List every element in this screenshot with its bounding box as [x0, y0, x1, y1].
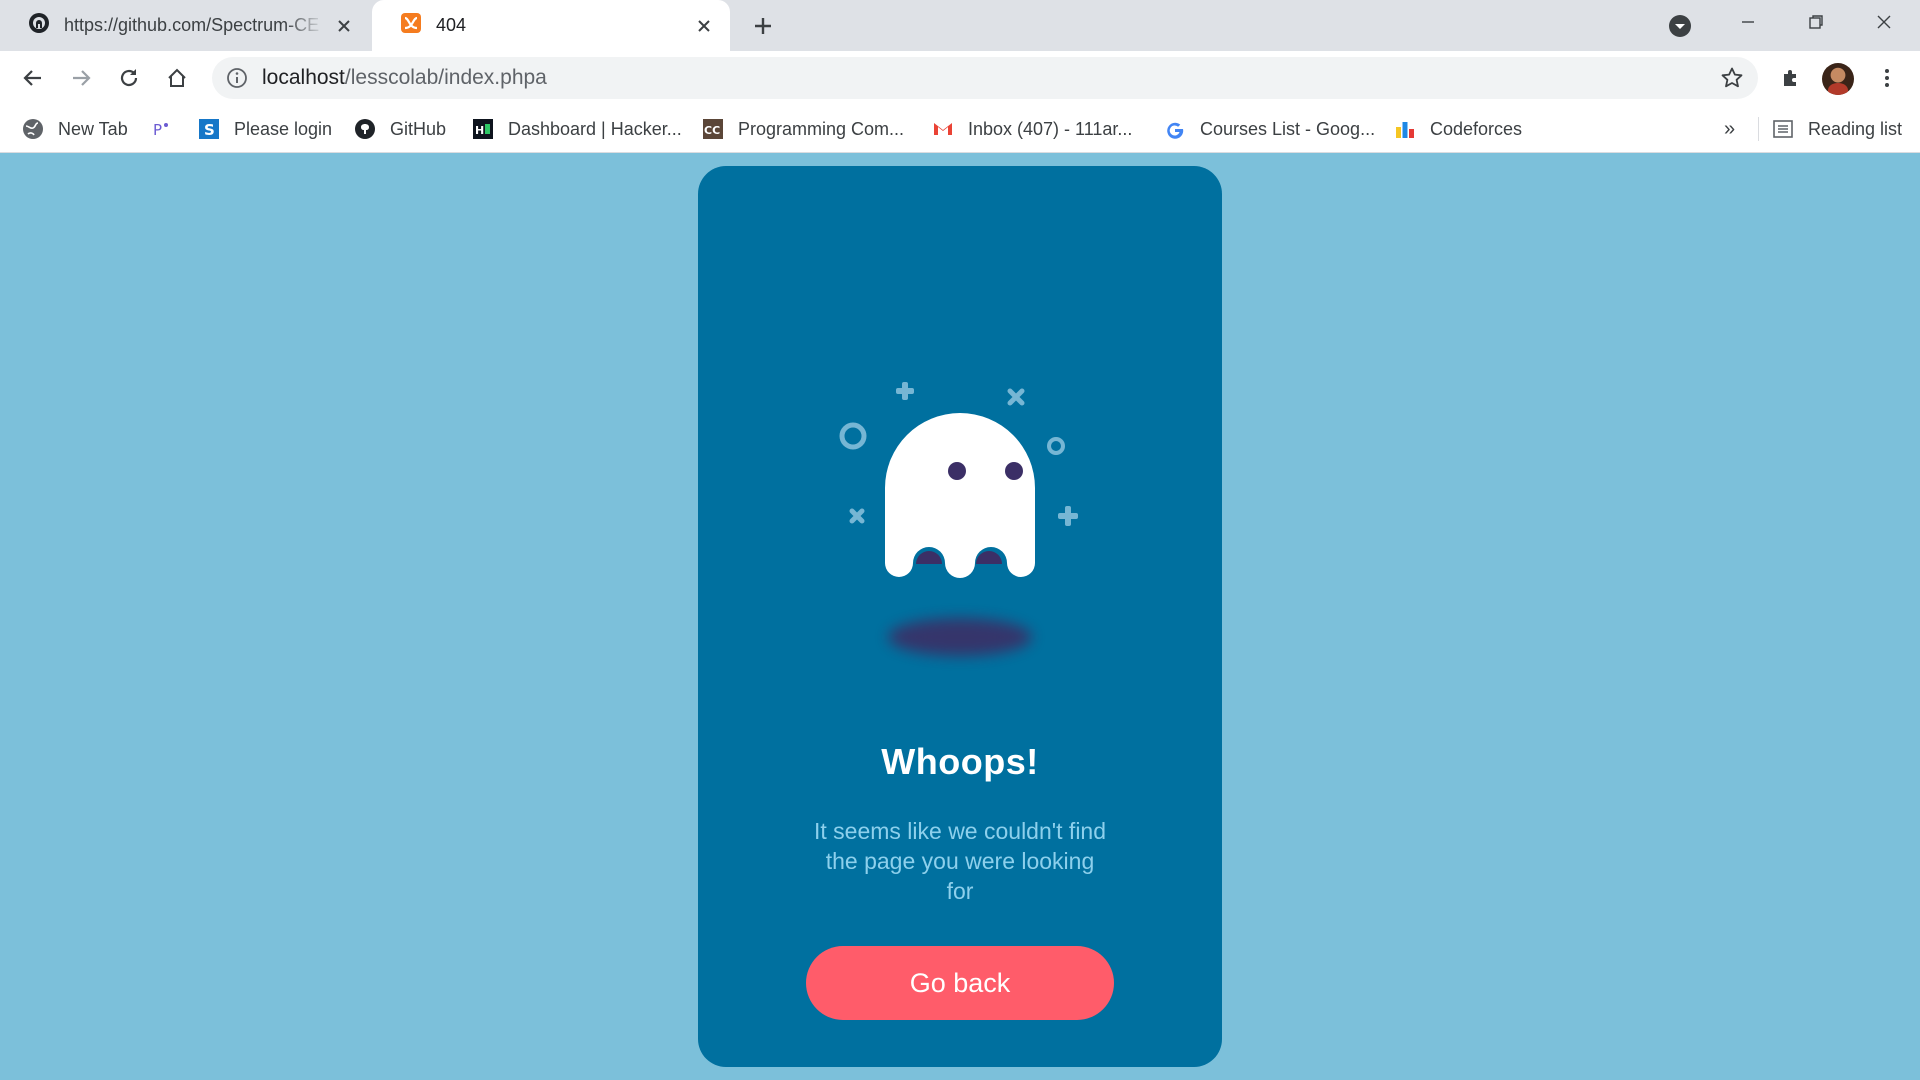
ghost-icon: [839, 382, 1078, 578]
ghost-shadow: [888, 618, 1032, 656]
sparkle-plus-icon: [1058, 506, 1078, 526]
url-text: localhost/lesscolab/index.phpa: [262, 66, 547, 90]
forward-button[interactable]: [64, 61, 98, 95]
close-icon: [1877, 15, 1891, 29]
restore-button[interactable]: [1786, 0, 1846, 44]
new-tab-button[interactable]: [748, 11, 778, 41]
star-icon[interactable]: [1720, 66, 1744, 95]
tab-search-button[interactable]: [1666, 12, 1694, 40]
minimize-button[interactable]: [1718, 0, 1778, 44]
url-path: /lesscolab/index.phpa: [344, 66, 547, 89]
xampp-tab-icon: [400, 12, 422, 39]
bookmark-please-login[interactable]: S Please login: [198, 105, 332, 153]
codechef-icon: CC: [702, 118, 724, 140]
hackerrank-icon: H: [472, 118, 494, 140]
reading-list-button[interactable]: Reading list: [1772, 105, 1902, 153]
bookmark-hackerrank[interactable]: H Dashboard | Hacker...: [472, 105, 682, 153]
reading-list-icon: [1772, 118, 1794, 140]
extensions-button[interactable]: [1774, 61, 1808, 95]
sparkle-x-icon: [849, 508, 865, 524]
svg-text:S: S: [204, 121, 215, 139]
bookmark-label: Please login: [234, 118, 333, 139]
bookmark-label: New Tab: [58, 118, 128, 139]
home-icon: [168, 68, 186, 87]
tab-404[interactable]: 404: [372, 0, 730, 51]
gmail-icon: [932, 118, 954, 140]
close-window-button[interactable]: [1854, 0, 1914, 44]
s-logo-icon: S: [198, 118, 220, 140]
bookmark-github[interactable]: GitHub: [354, 105, 446, 153]
avatar[interactable]: [1822, 63, 1854, 95]
bookmarks-bar: New Tab P S Please login GitHub H Dashbo…: [0, 105, 1920, 153]
codeforces-icon: [1394, 118, 1416, 140]
tab-github[interactable]: https://github.com/Spectrum-CE: [0, 0, 370, 51]
restore-icon: [1809, 15, 1823, 29]
google-icon: [1164, 118, 1186, 140]
bookmark-label: Dashboard | Hacker...: [508, 118, 682, 139]
bookmark-label: GitHub: [390, 118, 447, 139]
bookmark-label: Inbox (407) - 111ar...: [968, 118, 1133, 139]
back-button[interactable]: [16, 61, 50, 95]
reload-button[interactable]: [112, 61, 146, 95]
menu-button[interactable]: [1870, 61, 1904, 95]
address-bar[interactable]: localhost/lesscolab/index.phpa: [212, 57, 1758, 99]
bookmark-unnamed[interactable]: P: [150, 105, 186, 153]
go-back-button[interactable]: Go back: [806, 946, 1114, 1020]
bookmark-label: Courses List - Goog...: [1200, 118, 1376, 139]
bookmark-label: Codeforces: [1430, 118, 1523, 139]
globe-icon: [22, 118, 44, 140]
tab-title: 404: [436, 15, 467, 35]
page-content: Whoops! It seems like we couldn't find t…: [0, 153, 1920, 1080]
close-icon[interactable]: [332, 14, 356, 38]
divider: [1758, 117, 1759, 141]
sparkle-ring-icon: [1047, 437, 1065, 455]
bookmark-app-icon: P: [150, 118, 172, 140]
ghost-illustration: [698, 166, 1222, 686]
bookmark-google-courses[interactable]: Courses List - Goog...: [1164, 105, 1375, 153]
github-icon: [354, 118, 376, 140]
plus-icon: [755, 18, 771, 34]
bookmark-label: Programming Com...: [738, 118, 905, 139]
sparkle-ring-icon: [839, 422, 867, 450]
bookmark-codechef[interactable]: CC Programming Com...: [702, 105, 904, 153]
minimize-icon: [1742, 21, 1754, 23]
bookmark-new-tab[interactable]: New Tab: [22, 105, 128, 153]
puzzle-icon: [1784, 70, 1796, 86]
forward-arrow-icon: [73, 70, 91, 86]
svg-text:P: P: [153, 121, 162, 139]
close-icon[interactable]: [692, 14, 716, 38]
tab-strip: https://github.com/Spectrum-CE 404: [0, 0, 1920, 51]
bookmark-codeforces[interactable]: Codeforces: [1394, 105, 1522, 153]
error-card: Whoops! It seems like we couldn't find t…: [698, 166, 1222, 1067]
reload-icon: [120, 69, 138, 87]
error-message: It seems like we couldn't find the page …: [813, 818, 1107, 904]
info-icon[interactable]: [226, 67, 248, 89]
svg-text:CC: CC: [704, 124, 720, 137]
back-arrow-icon: [23, 70, 41, 86]
error-heading: Whoops!: [881, 741, 1039, 782]
menu-dots-icon: [1885, 69, 1889, 87]
bookmarks-overflow-button[interactable]: »: [1724, 105, 1735, 153]
svg-text:H: H: [475, 124, 484, 137]
sparkle-plus-icon: [896, 382, 914, 400]
home-button[interactable]: [160, 61, 194, 95]
github-tab-icon: [28, 12, 50, 39]
url-host: localhost: [262, 66, 345, 89]
reading-list-label: Reading list: [1808, 118, 1903, 139]
overflow-label: »: [1724, 117, 1736, 140]
toolbar: localhost/lesscolab/index.phpa: [0, 51, 1920, 105]
tab-title: https://github.com/Spectrum-CE: [64, 15, 320, 35]
bookmark-gmail[interactable]: Inbox (407) - 111ar...: [932, 105, 1132, 153]
sparkle-x-icon: [1007, 388, 1025, 406]
chevron-down-icon: [1669, 15, 1691, 37]
